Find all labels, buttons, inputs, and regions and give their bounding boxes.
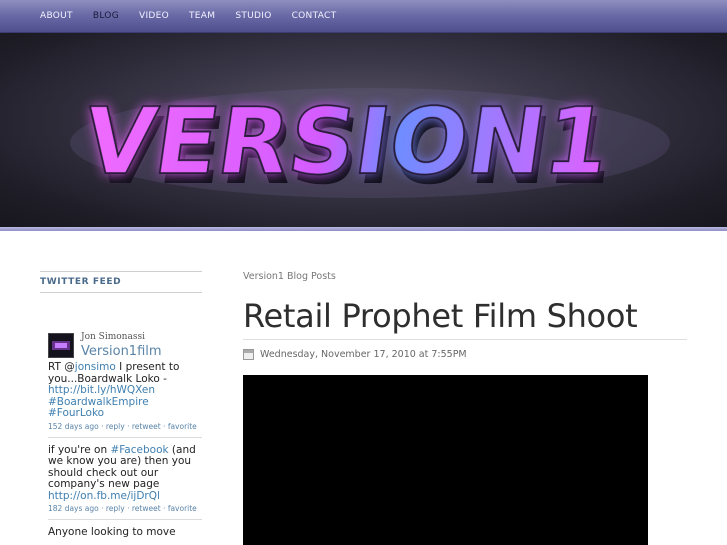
nav-item-video[interactable]: VIDEO [139,11,169,21]
twitter-feed-title: TWITTER FEED [40,277,122,287]
sidebar: TWITTER FEED Jon Simonassi Version1film … [40,271,202,545]
tweet-text-segment: Anyone looking to move [48,526,176,538]
tweet-link[interactable]: http://bit.ly/hWQXen [48,384,155,396]
calendar-icon [243,349,254,360]
sidebar-divider [40,292,202,293]
tweet-list: RT @jonsimo I present to you...Boardwalk… [40,361,202,545]
twitter-profile: Jon Simonassi Version1film [48,332,202,362]
profile-name: Jon Simonassi [81,332,145,342]
tweet-text: RT @jonsimo I present to you...Boardwalk… [48,361,202,420]
reply-link[interactable]: reply [106,422,125,431]
banner-bottom-strip [0,227,727,231]
nav-item-contact[interactable]: CONTACT [292,11,337,21]
favorite-link[interactable]: favorite [168,504,197,513]
post-title[interactable]: Retail Prophet Film Shoot [243,296,687,336]
tweet-link[interactable]: #FourLoko [48,407,104,419]
video-player[interactable] [243,375,648,545]
logo-text: VERSION1 [77,87,617,194]
profile-handle[interactable]: Version1film [81,344,162,359]
post-date: Wednesday, November 17, 2010 at 7:55PM [243,348,687,362]
nav-list: ABOUT BLOG VIDEO TEAM STUDIO CONTACT [40,11,356,21]
nav-item-team[interactable]: TEAM [189,11,215,21]
tweet-text-segment: RT @ [48,361,75,373]
post-date-text: Wednesday, November 17, 2010 at 7:55PM [260,349,467,360]
avatar[interactable] [48,333,74,358]
top-nav: ABOUT BLOG VIDEO TEAM STUDIO CONTACT [0,0,727,33]
nav-item-studio[interactable]: STUDIO [235,11,271,21]
tweet: RT @jonsimo I present to you...Boardwalk… [48,361,202,438]
tweet-link[interactable]: #BoardwalkEmpire [48,396,149,408]
nav-item-about[interactable]: ABOUT [40,11,73,21]
title-divider [243,339,687,340]
tweet-text: Anyone looking to move [48,526,202,539]
tweet: if you're on #Facebook (and we know you … [48,438,202,520]
tweet-text-segment: if you're on [48,443,111,456]
avatar-logo-icon [52,341,70,350]
tweet: Anyone looking to move [48,520,202,545]
retweet-link[interactable]: retweet [132,504,161,513]
tweet-link[interactable]: http://on.fb.me/ijDrQl [48,490,160,502]
tweet-link[interactable]: jonsimo [75,361,116,373]
header-banner: VERSION1 VERSION1 [0,33,727,227]
section-label: Version1 Blog Posts [243,271,336,282]
tweet-meta: 182 days ago · reply · retweet · favorit… [48,504,197,513]
version1-logo: VERSION1 VERSION1 [70,86,670,205]
tweet-time: 152 days ago [48,421,99,431]
nav-item-blog[interactable]: BLOG [93,11,119,21]
tweet-text: if you're on #Facebook (and we know you … [48,443,202,503]
tweet-meta: 152 days ago · reply · retweet · favorit… [48,421,197,431]
tweet-link[interactable]: #Facebook [110,444,168,456]
retweet-link[interactable]: retweet [132,422,161,431]
reply-link[interactable]: reply [106,504,125,513]
tweet-time: 182 days ago [48,504,99,513]
main-content: Version1 Blog Posts Retail Prophet Film … [243,271,687,545]
favorite-link[interactable]: favorite [168,422,197,431]
